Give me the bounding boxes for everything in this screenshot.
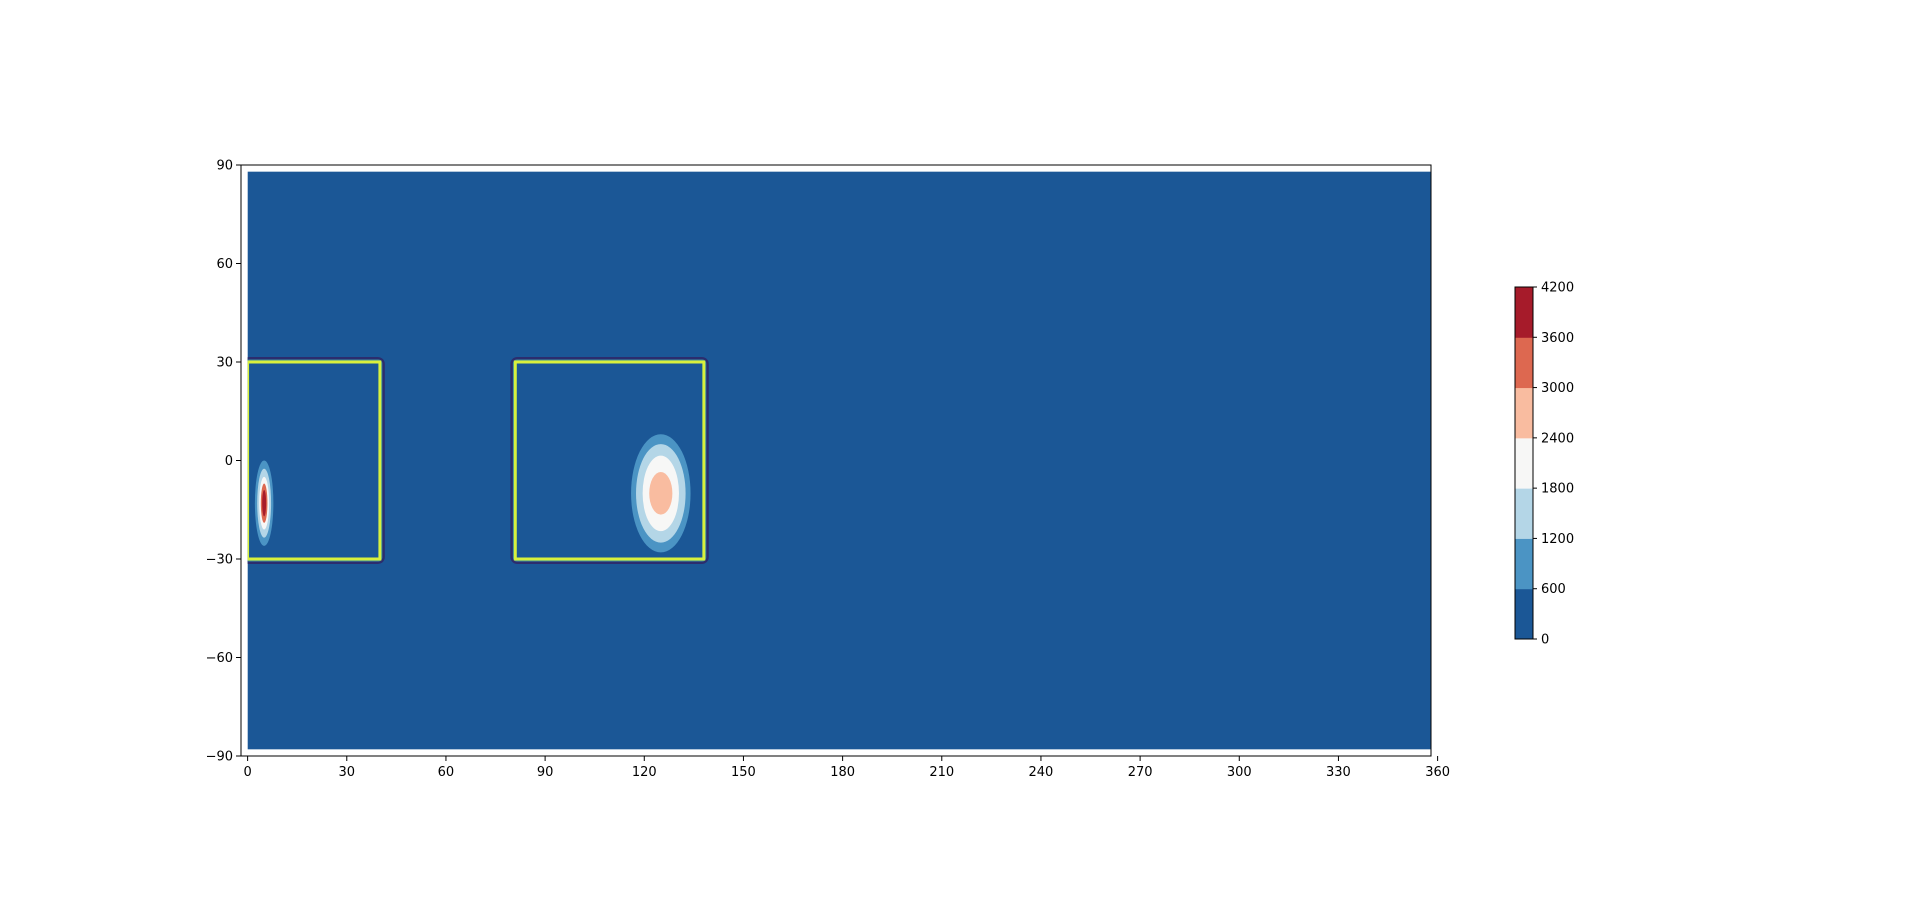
colorbar-tick-label: 4200 (1541, 281, 1574, 296)
colorbar-tick-label: 1800 (1541, 482, 1574, 497)
colorbar-tick-label: 3000 (1541, 381, 1574, 396)
x-tick-label: 330 (1326, 765, 1351, 780)
x-tick-label: 0 (243, 765, 251, 780)
x-tick-label: 90 (537, 765, 554, 780)
contour-blob-2-level-3600 (262, 490, 267, 517)
x-tick-label: 300 (1227, 765, 1252, 780)
y-tick-label: −90 (206, 750, 233, 765)
y-tick-label: 60 (216, 257, 233, 272)
x-tick-label: 240 (1029, 765, 1054, 780)
y-tick-label: 90 (216, 159, 233, 174)
colorbar-segment (1515, 538, 1533, 590)
x-tick-label: 30 (339, 765, 356, 780)
colorbar-segment (1515, 337, 1533, 389)
colorbar-segment (1515, 588, 1533, 640)
contour-blob-1-level-2400 (649, 471, 673, 515)
contour-background (247, 171, 1432, 750)
x-tick-label: 60 (438, 765, 455, 780)
y-tick-label: 30 (216, 356, 233, 371)
y-tick-label: −30 (206, 553, 233, 568)
colorbar-segment (1515, 387, 1533, 439)
colorbar-tick-label: 0 (1541, 633, 1549, 648)
colorbar-segment (1515, 437, 1533, 489)
x-tick-label: 210 (929, 765, 954, 780)
y-tick-label: −60 (206, 651, 233, 666)
colorbar-tick-label: 3600 (1541, 331, 1574, 346)
colorbar-tick-label: 2400 (1541, 431, 1574, 446)
plot-area (240, 164, 1432, 757)
colorbar-tick-label: 1200 (1541, 532, 1574, 547)
x-tick-label: 360 (1425, 765, 1450, 780)
contour-figure: 0 30 60 90 120 150 180 210 240 270 300 330 360 90603… (0, 0, 1920, 911)
x-tick-label: 150 (731, 765, 756, 780)
colorbar-segment (1515, 488, 1533, 539)
colorbar-tick-label: 600 (1541, 582, 1566, 597)
colorbar-segment (1515, 287, 1533, 338)
contour-field (247, 171, 1432, 750)
x-tick-label: 120 (632, 765, 657, 780)
x-tick-label: 270 (1128, 765, 1153, 780)
x-tick-label: 180 (830, 765, 855, 780)
y-tick-label: 0 (225, 454, 233, 469)
